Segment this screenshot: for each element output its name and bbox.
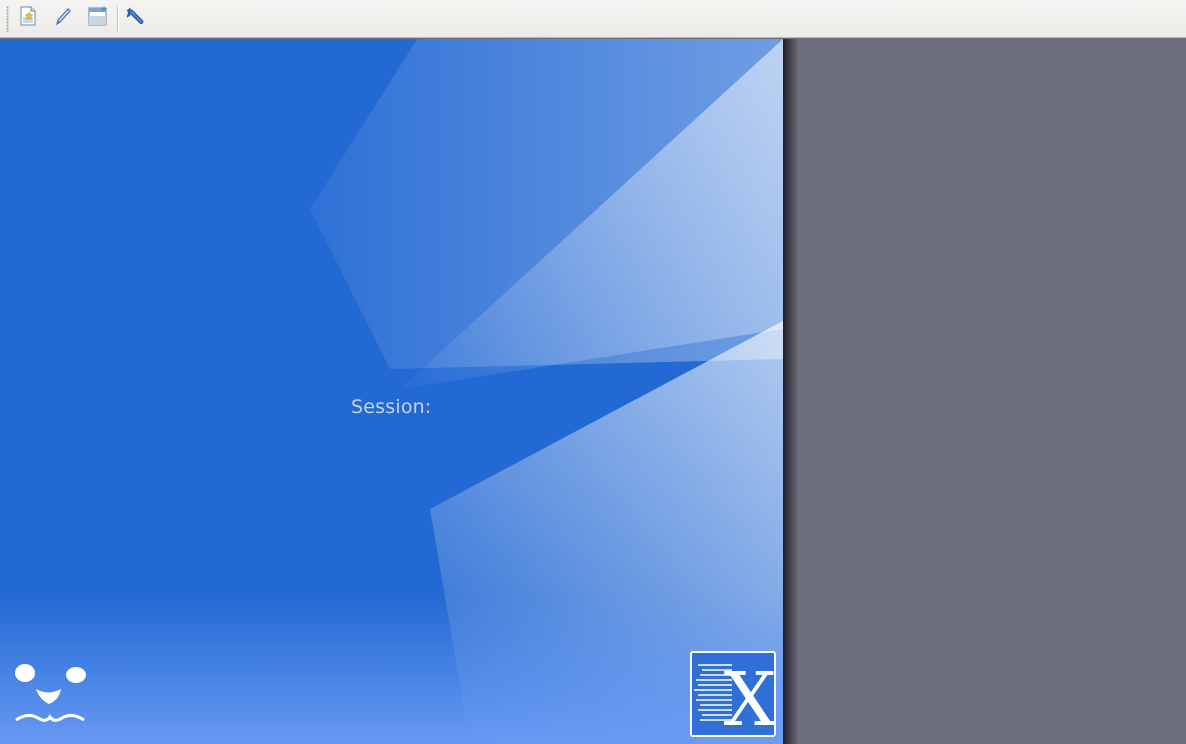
svg-text:X: X [724, 657, 774, 735]
new-session-icon [17, 5, 39, 31]
preferences-button[interactable] [122, 4, 150, 32]
session-label: Session: [351, 396, 432, 418]
viewport-shadow [783, 39, 799, 744]
panda-logo-icon [12, 660, 88, 732]
new-session-button[interactable] [14, 4, 42, 32]
window-settings-button[interactable] [84, 4, 112, 32]
x2go-logo-icon: X [690, 651, 776, 737]
empty-area-pane [783, 39, 1186, 744]
wrench-icon [125, 5, 147, 31]
window-settings-icon [86, 4, 110, 32]
toolbar [0, 0, 1186, 38]
toolbar-grip[interactable] [6, 6, 9, 32]
desktop-wallpaper [0, 39, 783, 744]
edit-pencil-icon [52, 5, 74, 31]
edit-session-button[interactable] [49, 4, 77, 32]
remote-session-viewport[interactable]: Session: X [0, 39, 783, 744]
toolbar-separator [117, 6, 119, 32]
